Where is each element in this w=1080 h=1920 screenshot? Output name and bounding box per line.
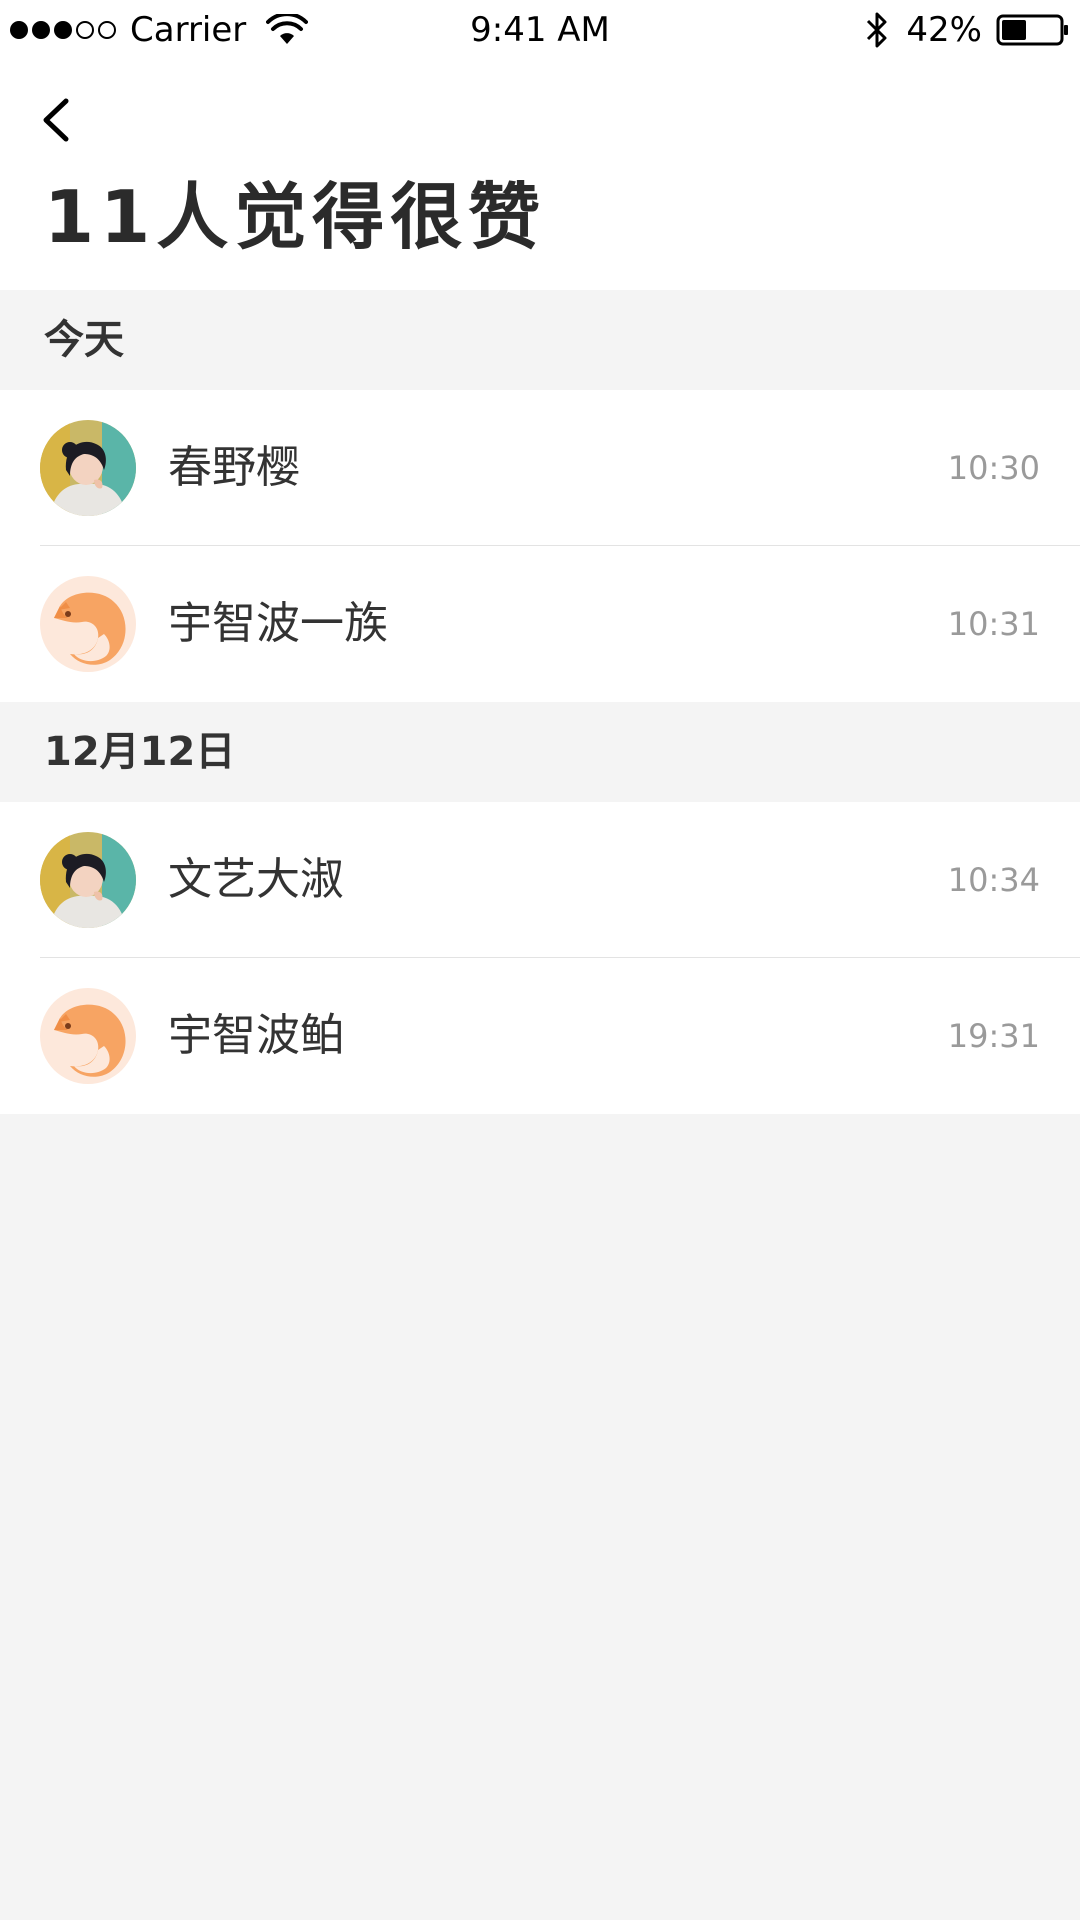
list-item[interactable]: 宇智波鲌 19:31 <box>0 958 1080 1114</box>
like-time: 10:34 <box>947 861 1040 899</box>
status-right: 42% <box>864 8 1070 52</box>
section-header-today: 今天 <box>0 290 1080 390</box>
chevron-left-icon <box>43 98 69 142</box>
back-button[interactable] <box>30 90 80 150</box>
user-name: 宇智波鲌 <box>168 1010 344 1061</box>
status-bar: Carrier 9:41 AM 42% <box>0 0 1080 60</box>
squirrel-avatar[interactable] <box>40 988 136 1084</box>
screen: Carrier 9:41 AM 42% 11人觉得很赞 今天 春野樱 10:30… <box>0 0 1080 1920</box>
list-item[interactable]: 宇智波一族 10:31 <box>0 546 1080 702</box>
section-header-date: 12月12日 <box>0 702 1080 802</box>
user-name: 宇智波一族 <box>168 598 388 649</box>
user-name: 春野樱 <box>168 442 300 493</box>
battery-icon <box>996 14 1068 46</box>
photo-avatar[interactable] <box>40 832 136 928</box>
user-name: 文艺大淑 <box>168 854 344 905</box>
list-item[interactable]: 春野樱 10:30 <box>0 390 1080 546</box>
squirrel-avatar[interactable] <box>40 576 136 672</box>
like-time: 19:31 <box>947 1017 1040 1055</box>
like-time: 10:31 <box>947 605 1040 643</box>
list-date: 文艺大淑 10:34 宇智波鲌 19:31 <box>0 802 1080 1114</box>
photo-avatar[interactable] <box>40 420 136 516</box>
list-item[interactable]: 文艺大淑 10:34 <box>0 802 1080 958</box>
section-label: 12月12日 <box>44 729 236 775</box>
battery-percent: 42% <box>906 10 982 50</box>
header: 11人觉得很赞 <box>0 60 1080 290</box>
list-today: 春野樱 10:30 宇智波一族 10:31 <box>0 390 1080 702</box>
like-time: 10:30 <box>947 449 1040 487</box>
bluetooth-icon <box>867 12 887 48</box>
section-label: 今天 <box>44 317 124 363</box>
page-title: 11人觉得很赞 <box>44 175 547 259</box>
